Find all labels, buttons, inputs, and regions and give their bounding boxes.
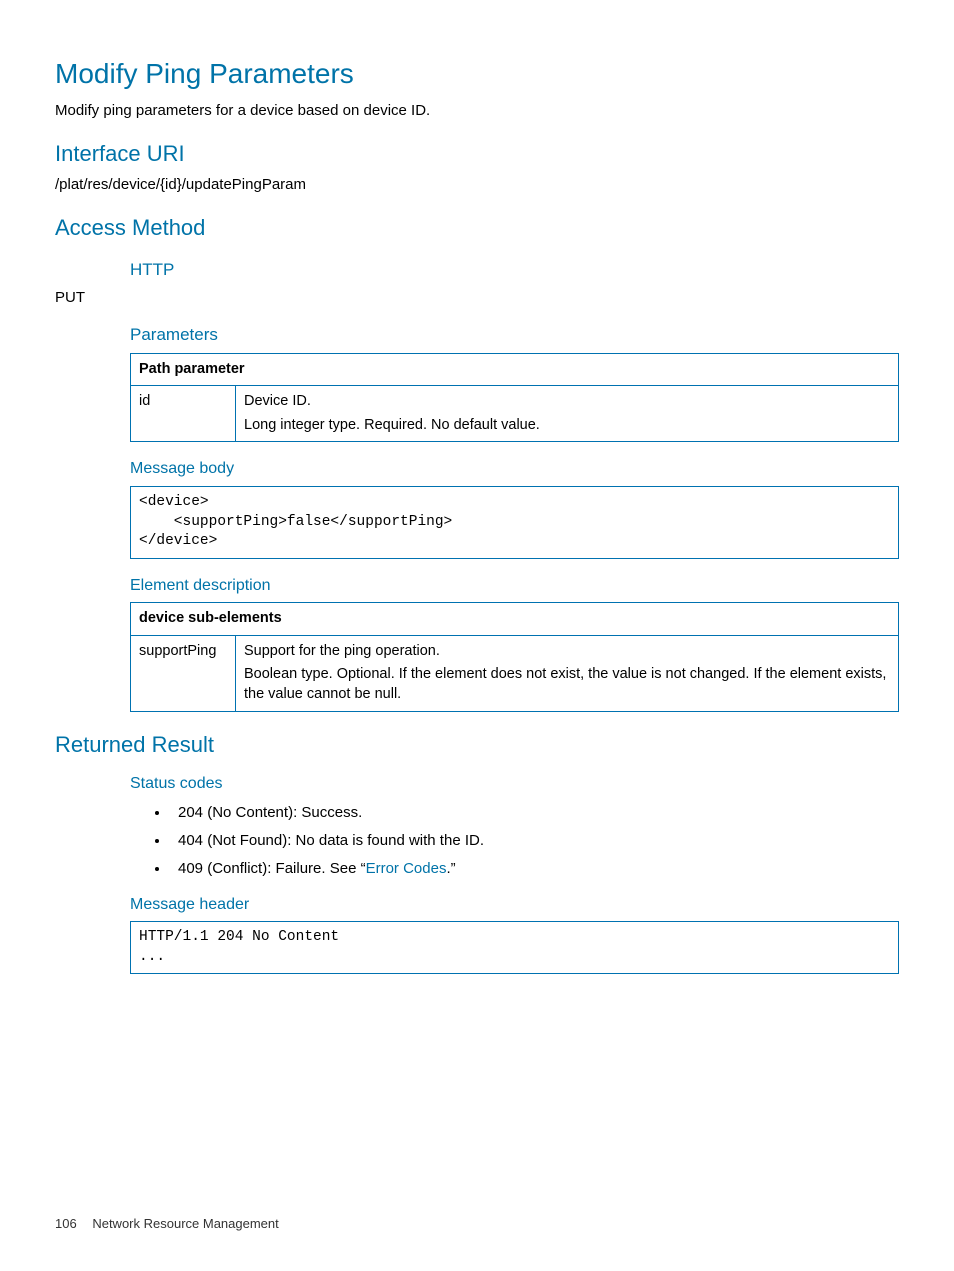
message-body-heading: Message body xyxy=(130,458,899,480)
interface-uri-value: /plat/res/device/{id}/updatePingParam xyxy=(55,175,899,195)
access-method-heading: Access Method xyxy=(55,213,899,243)
http-value: PUT xyxy=(55,288,899,308)
returned-result-heading: Returned Result xyxy=(55,730,899,760)
list-item: 204 (No Content): Success. xyxy=(170,803,899,823)
element-description-heading: Element description xyxy=(130,575,899,597)
message-header-heading: Message header xyxy=(130,894,899,916)
status-codes-heading: Status codes xyxy=(130,773,899,795)
list-item: 409 (Conflict): Failure. See “Error Code… xyxy=(170,859,899,879)
path-parameter-table: Path parameter id Device ID. Long intege… xyxy=(130,353,899,443)
status-suffix: .” xyxy=(446,860,455,877)
list-item: 404 (Not Found): No data is found with t… xyxy=(170,831,899,851)
parameters-heading: Parameters xyxy=(130,324,899,347)
element-table-header: device sub-elements xyxy=(131,603,899,636)
status-codes-list: 204 (No Content): Success. 404 (Not Foun… xyxy=(55,803,899,880)
intro-text: Modify ping parameters for a device base… xyxy=(55,101,899,121)
error-codes-link[interactable]: Error Codes xyxy=(366,860,447,877)
http-heading: HTTP xyxy=(130,259,899,282)
message-body-code: <device> <supportPing>false</supportPing… xyxy=(130,486,899,559)
param-table-header: Path parameter xyxy=(131,353,899,386)
param-desc: Device ID. Long integer type. Required. … xyxy=(236,386,899,442)
interface-uri-heading: Interface URI xyxy=(55,139,899,169)
element-name: supportPing xyxy=(131,635,236,711)
page-title: Modify Ping Parameters xyxy=(55,55,899,93)
page-footer: 106 Network Resource Management xyxy=(55,1215,279,1233)
page-number: 106 xyxy=(55,1216,77,1231)
status-prefix: 409 (Conflict): Failure. See “ xyxy=(178,860,366,877)
param-name: id xyxy=(131,386,236,442)
element-desc: Support for the ping operation. Boolean … xyxy=(236,635,899,711)
element-desc-table: device sub-elements supportPing Support … xyxy=(130,602,899,711)
element-desc-line1: Support for the ping operation. xyxy=(244,642,890,662)
table-row: supportPing Support for the ping operati… xyxy=(131,635,899,711)
param-desc-line2: Long integer type. Required. No default … xyxy=(244,417,540,433)
param-desc-line1: Device ID. xyxy=(244,392,890,412)
footer-section: Network Resource Management xyxy=(92,1216,278,1231)
element-desc-line2: Boolean type. Optional. If the element d… xyxy=(244,666,886,702)
message-header-code: HTTP/1.1 204 No Content ... xyxy=(130,921,899,974)
table-row: id Device ID. Long integer type. Require… xyxy=(131,386,899,442)
